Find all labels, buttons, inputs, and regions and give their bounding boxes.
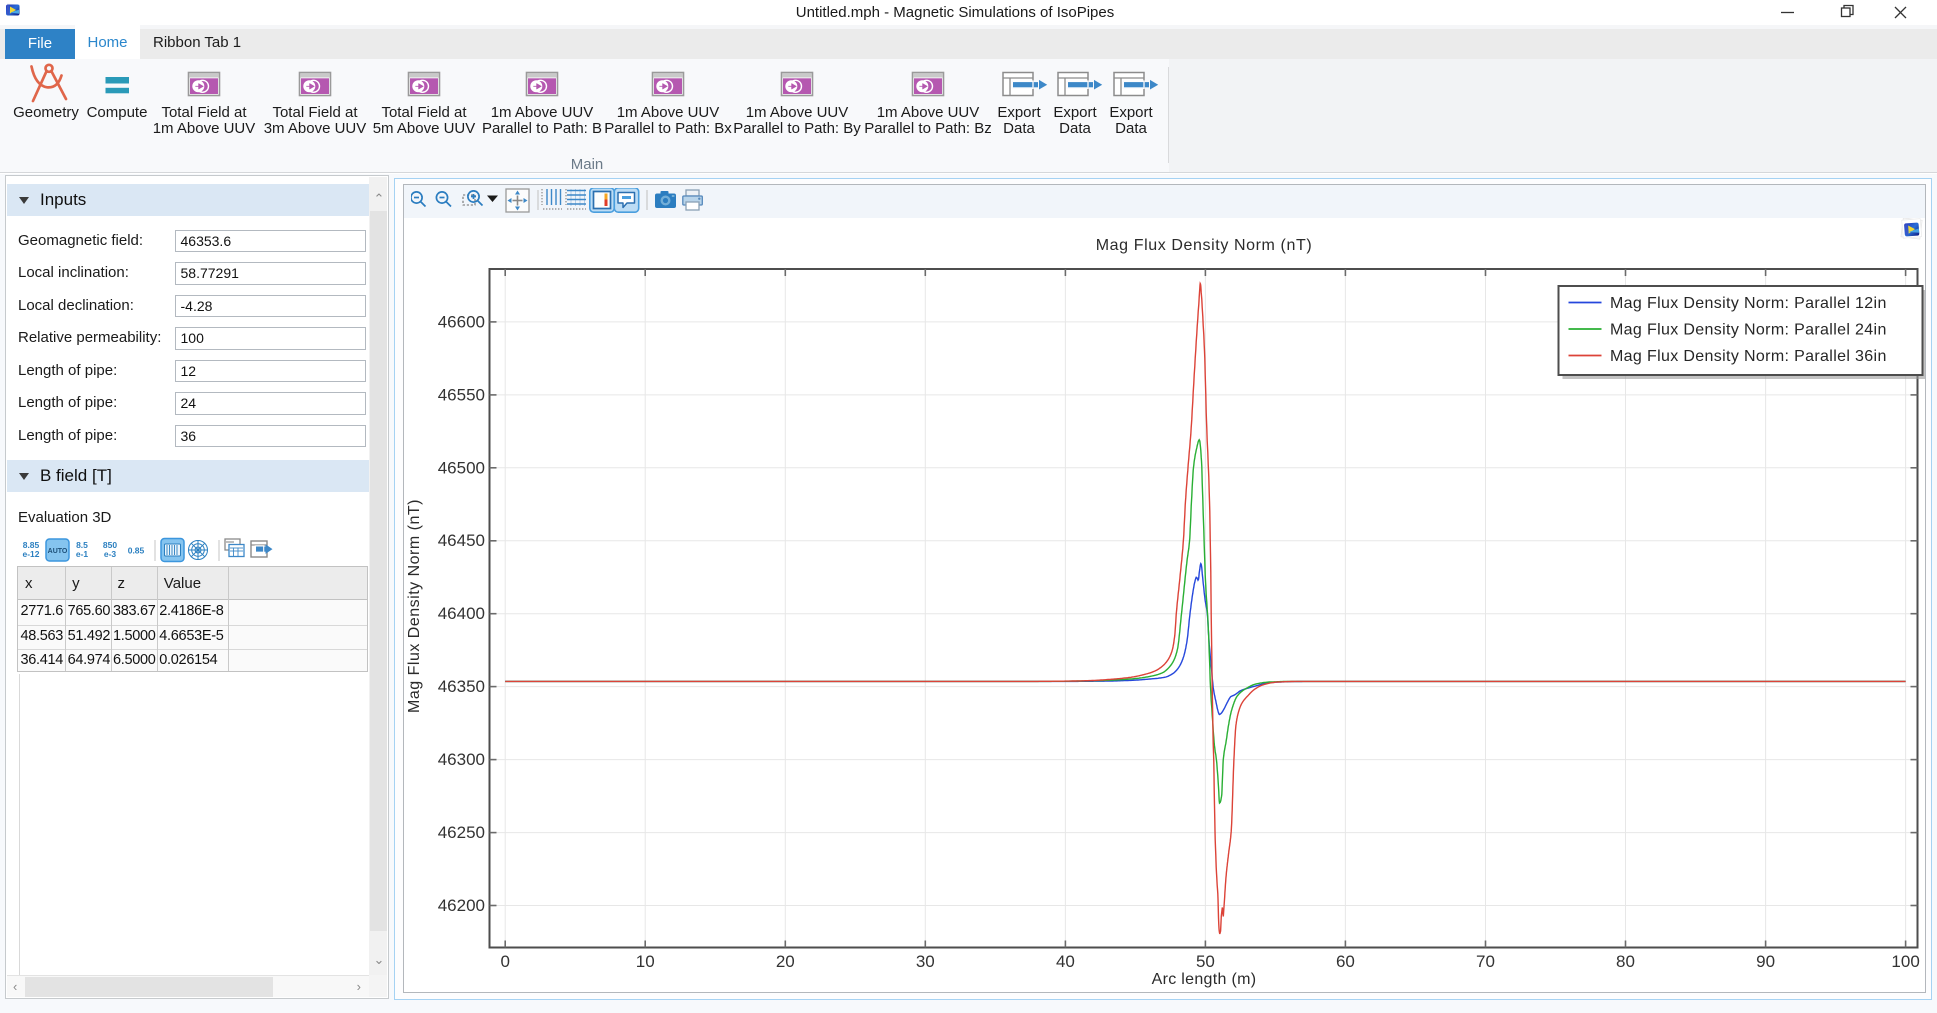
svg-text:10: 10 — [636, 952, 655, 971]
svg-text:46450: 46450 — [438, 531, 485, 550]
svg-text:80: 80 — [1616, 952, 1635, 971]
svg-text:70: 70 — [1476, 952, 1495, 971]
svg-text:0.85: 0.85 — [128, 546, 145, 556]
svg-text:100: 100 — [1891, 952, 1919, 971]
svg-text:46400: 46400 — [438, 604, 485, 623]
svg-text:46250: 46250 — [438, 823, 485, 842]
svg-text:e-3: e-3 — [104, 549, 117, 559]
svg-text:30: 30 — [916, 952, 935, 971]
svg-text:46350: 46350 — [438, 677, 485, 696]
svg-text:46200: 46200 — [438, 896, 485, 915]
svg-text:60: 60 — [1336, 952, 1355, 971]
svg-text:46300: 46300 — [438, 750, 485, 769]
svg-text:46600: 46600 — [438, 312, 485, 331]
svg-text:Mag Flux Density Norm: Paralle: Mag Flux Density Norm: Parallel 12in — [1610, 295, 1887, 312]
svg-text:Arc length (m): Arc length (m) — [1152, 971, 1257, 988]
svg-text:Mag Flux Density Norm: Paralle: Mag Flux Density Norm: Parallel 36in — [1610, 348, 1887, 365]
svg-text:46550: 46550 — [438, 385, 485, 404]
svg-text:Mag Flux Density Norm (nT): Mag Flux Density Norm (nT) — [406, 499, 423, 713]
svg-text:20: 20 — [776, 952, 795, 971]
svg-text:0: 0 — [500, 952, 509, 971]
svg-text:46500: 46500 — [438, 458, 485, 477]
svg-text:AUTO: AUTO — [48, 548, 68, 555]
svg-text:Mag Flux Density Norm (nT): Mag Flux Density Norm (nT) — [1096, 237, 1313, 254]
svg-text:e-12: e-12 — [22, 549, 39, 559]
svg-text:50: 50 — [1196, 952, 1215, 971]
svg-text:90: 90 — [1756, 952, 1775, 971]
svg-text:40: 40 — [1056, 952, 1075, 971]
svg-text:Mag Flux Density Norm: Paralle: Mag Flux Density Norm: Parallel 24in — [1610, 322, 1887, 339]
svg-text:e-1: e-1 — [76, 549, 89, 559]
